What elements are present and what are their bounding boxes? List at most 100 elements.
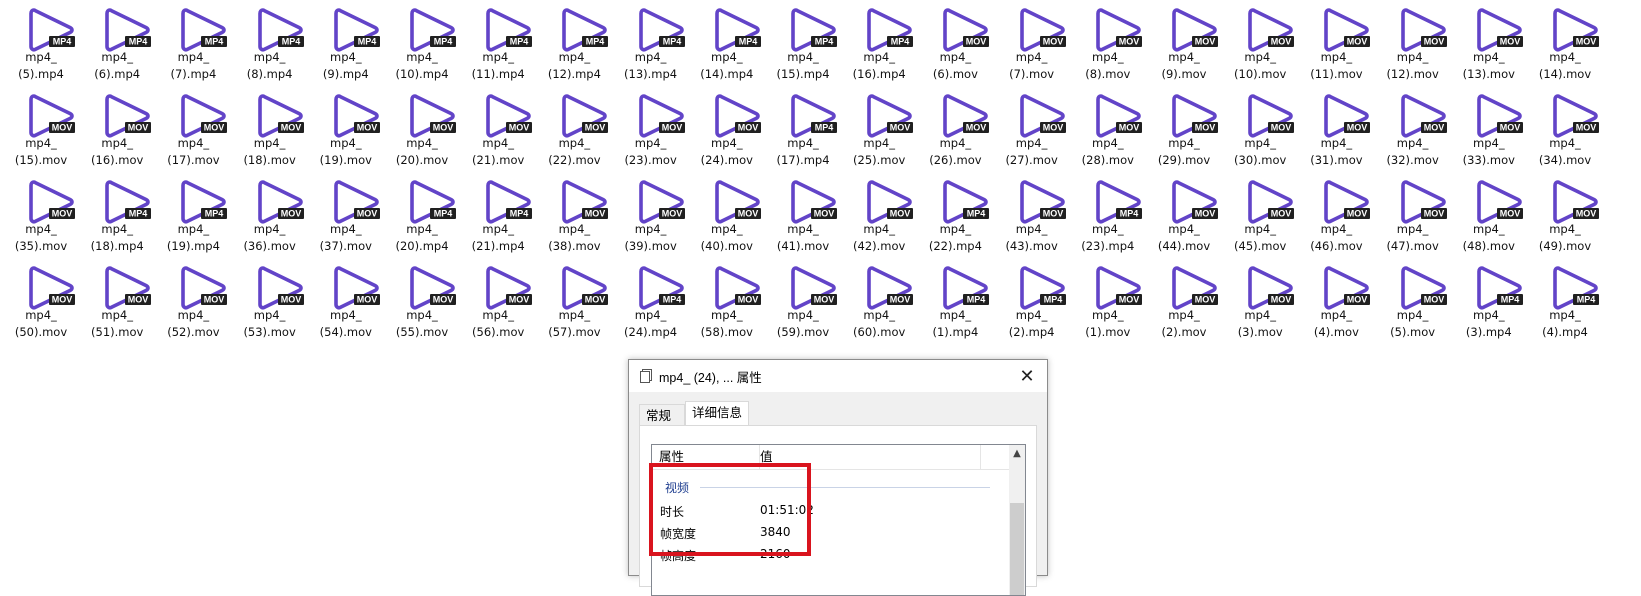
file-item[interactable]: MOV mp4_ (29).mov xyxy=(1145,86,1223,170)
file-item[interactable]: MP4 mp4_ (11).mp4 xyxy=(459,0,537,84)
file-item[interactable]: MOV mp4_ (56).mov xyxy=(459,258,537,342)
file-item[interactable]: MP4 mp4_ (15).mp4 xyxy=(764,0,842,84)
file-item[interactable]: MOV mp4_ (46).mov xyxy=(1297,172,1375,256)
file-item[interactable]: MP4 mp4_ (23).mp4 xyxy=(1069,172,1147,256)
file-item[interactable]: MOV mp4_ (52).mov xyxy=(154,258,232,342)
file-item[interactable]: MP4 mp4_ (9).mp4 xyxy=(307,0,385,84)
close-button[interactable]: ✕ xyxy=(1007,360,1047,392)
file-item[interactable]: MOV mp4_ (17).mov xyxy=(154,86,232,170)
file-item[interactable]: MOV mp4_ (57).mov xyxy=(535,258,613,342)
file-item[interactable]: MOV mp4_ (43).mov xyxy=(993,172,1071,256)
file-item[interactable]: MOV mp4_ (45).mov xyxy=(1221,172,1299,256)
file-item[interactable]: MOV mp4_ (5).mov xyxy=(1374,258,1452,342)
file-item[interactable]: MOV mp4_ (54).mov xyxy=(307,258,385,342)
file-type-badge: MOV xyxy=(128,123,149,133)
file-item[interactable]: MOV mp4_ (39).mov xyxy=(612,172,690,256)
file-item[interactable]: MP4 mp4_ (14).mp4 xyxy=(688,0,766,84)
file-item[interactable]: MOV mp4_ (41).mov xyxy=(764,172,842,256)
file-item[interactable]: MOV mp4_ (48).mov xyxy=(1450,172,1528,256)
play-triangle-icon: MOV xyxy=(562,180,609,224)
file-item[interactable]: MOV mp4_ (22).mov xyxy=(535,86,613,170)
file-item[interactable]: MOV mp4_ (28).mov xyxy=(1069,86,1147,170)
file-item[interactable]: MP4 mp4_ (24).mp4 xyxy=(612,258,690,342)
file-item[interactable]: MOV mp4_ (15).mov xyxy=(2,86,80,170)
file-item[interactable]: MOV mp4_ (9).mov xyxy=(1145,0,1223,84)
file-item[interactable]: MOV mp4_ (55).mov xyxy=(383,258,461,342)
file-item[interactable]: MP4 mp4_ (2).mp4 xyxy=(993,258,1071,342)
scrollbar-thumb[interactable] xyxy=(1010,503,1024,595)
file-item[interactable]: MOV mp4_ (8).mov xyxy=(1069,0,1147,84)
file-item[interactable]: MP4 mp4_ (13).mp4 xyxy=(612,0,690,84)
file-item[interactable]: MOV mp4_ (59).mov xyxy=(764,258,842,342)
file-item[interactable]: MOV mp4_ (49).mov xyxy=(1526,172,1604,256)
file-item[interactable]: MOV mp4_ (27).mov xyxy=(993,86,1071,170)
file-item[interactable]: MP4 mp4_ (10).mp4 xyxy=(383,0,461,84)
vertical-scrollbar[interactable]: ▲ xyxy=(1009,445,1025,595)
file-item[interactable]: MP4 mp4_ (6).mp4 xyxy=(78,0,156,84)
file-item[interactable]: MP4 mp4_ (5).mp4 xyxy=(2,0,80,84)
file-item[interactable]: MOV mp4_ (19).mov xyxy=(307,86,385,170)
file-item[interactable]: MOV mp4_ (23).mov xyxy=(612,86,690,170)
file-item[interactable]: MP4 mp4_ (21).mp4 xyxy=(459,172,537,256)
file-item[interactable]: MOV mp4_ (36).mov xyxy=(231,172,309,256)
file-item[interactable]: MP4 mp4_ (1).mp4 xyxy=(916,258,994,342)
file-item[interactable]: MOV mp4_ (26).mov xyxy=(916,86,994,170)
file-item[interactable]: MP4 mp4_ (19).mp4 xyxy=(154,172,232,256)
play-triangle-icon: MOV xyxy=(257,180,304,224)
file-item[interactable]: MOV mp4_ (16).mov xyxy=(78,86,156,170)
scroll-up-button[interactable]: ▲ xyxy=(1009,445,1025,462)
file-item[interactable]: MOV mp4_ (7).mov xyxy=(993,0,1071,84)
file-item[interactable]: MP4 mp4_ (7).mp4 xyxy=(154,0,232,84)
file-item[interactable]: MOV mp4_ (44).mov xyxy=(1145,172,1223,256)
file-item[interactable]: MOV mp4_ (2).mov xyxy=(1145,258,1223,342)
file-item[interactable]: MOV mp4_ (4).mov xyxy=(1297,258,1375,342)
file-item[interactable]: MOV mp4_ (10).mov xyxy=(1221,0,1299,84)
file-name-line-1: mp4_ xyxy=(1320,308,1353,322)
file-item[interactable]: MOV mp4_ (3).mov xyxy=(1221,258,1299,342)
file-item[interactable]: MOV mp4_ (30).mov xyxy=(1221,86,1299,170)
file-item[interactable]: MP4 mp4_ (16).mp4 xyxy=(840,0,918,84)
file-item[interactable]: MP4 mp4_ (17).mp4 xyxy=(764,86,842,170)
file-item[interactable]: MOV mp4_ (1).mov xyxy=(1069,258,1147,342)
file-item[interactable]: MOV mp4_ (11).mov xyxy=(1297,0,1375,84)
file-item[interactable]: MOV mp4_ (50).mov xyxy=(2,258,80,342)
file-item[interactable]: MP4 mp4_ (18).mp4 xyxy=(78,172,156,256)
file-item[interactable]: MOV mp4_ (20).mov xyxy=(383,86,461,170)
file-item[interactable]: MP4 mp4_ (3).mp4 xyxy=(1450,258,1528,342)
video-file-icon: MP4 xyxy=(1019,264,1067,312)
file-type-badge: MP4 xyxy=(129,209,148,219)
file-item[interactable]: MOV mp4_ (12).mov xyxy=(1374,0,1452,84)
file-item[interactable]: MOV mp4_ (53).mov xyxy=(231,258,309,342)
file-item[interactable]: MOV mp4_ (32).mov xyxy=(1374,86,1452,170)
file-item[interactable]: MP4 mp4_ (4).mp4 xyxy=(1526,258,1604,342)
file-item[interactable]: MOV mp4_ (47).mov xyxy=(1374,172,1452,256)
file-item[interactable]: MOV mp4_ (42).mov xyxy=(840,172,918,256)
file-item[interactable]: MOV mp4_ (21).mov xyxy=(459,86,537,170)
file-item[interactable]: MOV mp4_ (25).mov xyxy=(840,86,918,170)
file-item[interactable]: MP4 mp4_ (12).mp4 xyxy=(535,0,613,84)
video-file-icon: MP4 xyxy=(180,6,228,54)
file-item[interactable]: MOV mp4_ (31).mov xyxy=(1297,86,1375,170)
file-item[interactable]: MOV mp4_ (33).mov xyxy=(1450,86,1528,170)
file-item[interactable]: MOV mp4_ (6).mov xyxy=(916,0,994,84)
dialog-title-bar[interactable]: mp4_ (24), ... 属性 ✕ xyxy=(629,360,1047,392)
file-item[interactable]: MOV mp4_ (18).mov xyxy=(231,86,309,170)
file-item[interactable]: MOV mp4_ (13).mov xyxy=(1450,0,1528,84)
file-item[interactable]: MOV mp4_ (60).mov xyxy=(840,258,918,342)
file-item[interactable]: MOV mp4_ (24).mov xyxy=(688,86,766,170)
file-item[interactable]: MOV mp4_ (51).mov xyxy=(78,258,156,342)
file-item[interactable]: MOV mp4_ (58).mov xyxy=(688,258,766,342)
file-item[interactable]: MOV mp4_ (35).mov xyxy=(2,172,80,256)
play-triangle-icon: MP4 xyxy=(714,8,761,52)
file-item[interactable]: MP4 mp4_ (22).mp4 xyxy=(916,172,994,256)
file-item[interactable]: MOV mp4_ (14).mov xyxy=(1526,0,1604,84)
file-item[interactable]: MOV mp4_ (37).mov xyxy=(307,172,385,256)
tab-details[interactable]: 详细信息 xyxy=(685,401,749,426)
file-name-line-1: mp4_ xyxy=(101,50,133,64)
file-item[interactable]: MP4 mp4_ (8).mp4 xyxy=(231,0,309,84)
file-item[interactable]: MP4 mp4_ (20).mp4 xyxy=(383,172,461,256)
file-item[interactable]: MOV mp4_ (40).mov xyxy=(688,172,766,256)
tab-general[interactable]: 常规 xyxy=(639,404,685,425)
file-item[interactable]: MOV mp4_ (34).mov xyxy=(1526,86,1604,170)
file-item[interactable]: MOV mp4_ (38).mov xyxy=(535,172,613,256)
